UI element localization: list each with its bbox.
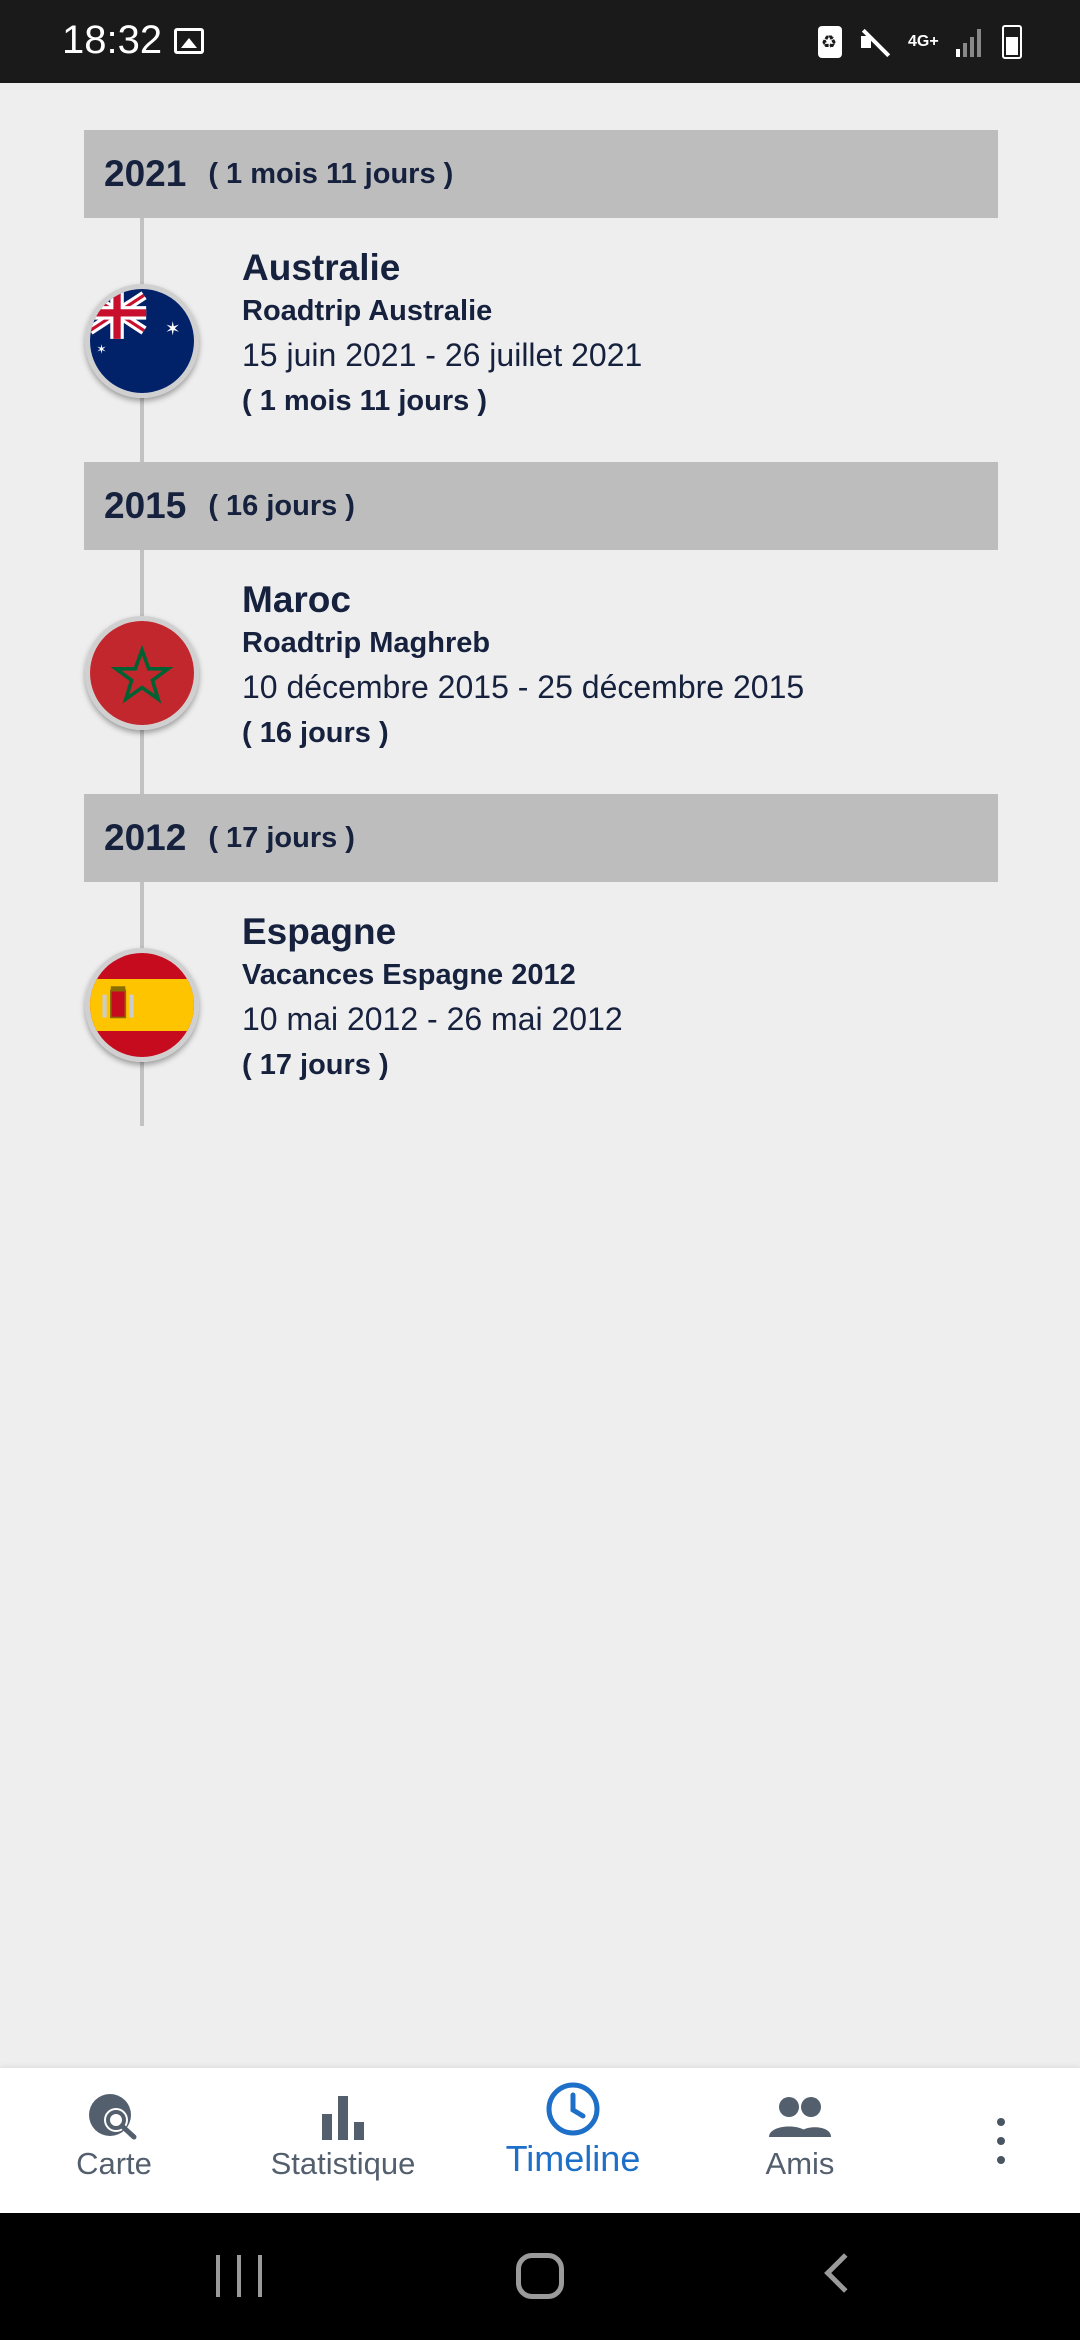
year-header-2015[interactable]: 2015 ( 16 jours ): [84, 462, 998, 550]
trip-dates: 10 mai 2012 - 26 mai 2012: [242, 1001, 623, 1037]
morocco-flag-icon: [85, 616, 199, 730]
trip-duration: ( 1 mois 11 jours ): [242, 385, 487, 417]
gallery-icon: [174, 28, 204, 54]
year-header-2021[interactable]: 2021 ( 1 mois 11 jours ): [84, 130, 998, 218]
network-4g-icon: 4G+: [908, 33, 939, 50]
system-navigation-bar: [0, 2213, 1080, 2340]
trip-duration: ( 17 jours ): [242, 1049, 389, 1081]
trip-details: Australie Roadtrip Australie 15 juin 202…: [242, 246, 642, 424]
trip-dates: 15 juin 2021 - 26 juillet 2021: [242, 337, 643, 373]
trip-details: Maroc Roadtrip Maghreb 10 décembre 2015 …: [242, 578, 804, 756]
nav-statistique[interactable]: Statistique: [250, 2068, 436, 2213]
status-bar: 18:32 4G+: [0, 0, 1080, 83]
nav-label: Carte: [76, 2146, 152, 2181]
clock-icon: [545, 2082, 601, 2136]
nav-amis[interactable]: Amis: [740, 2068, 860, 2213]
trip-details: Espagne Vacances Espagne 2012 10 mai 201…: [242, 910, 623, 1088]
trip-entry-australie[interactable]: ✶ ✶ Australie Roadtrip Australie 15 juin…: [84, 218, 998, 462]
signal-icon: [956, 27, 986, 57]
recent-apps-icon[interactable]: [216, 2255, 262, 2297]
country-name: Maroc: [242, 579, 351, 620]
battery-icon: [1002, 25, 1022, 59]
trip-name: Vacances Espagne 2012: [242, 959, 576, 991]
more-vertical-icon[interactable]: [986, 2118, 1016, 2164]
nav-label: Timeline: [505, 2138, 641, 2179]
trip-entry-maroc[interactable]: Maroc Roadtrip Maghreb 10 décembre 2015 …: [84, 550, 998, 794]
country-name: Espagne: [242, 911, 397, 952]
year-duration: ( 1 mois 11 jours ): [208, 157, 454, 190]
trip-name: Roadtrip Maghreb: [242, 627, 491, 659]
trip-entry-espagne[interactable]: Espagne Vacances Espagne 2012 10 mai 201…: [84, 882, 998, 1126]
battery-saver-icon: [818, 26, 842, 58]
vibrate-mute-icon: [858, 26, 892, 58]
svg-text:✶: ✶: [96, 341, 106, 356]
year-duration: ( 17 jours ): [208, 821, 355, 854]
bar-chart-icon: [318, 2092, 368, 2142]
spain-flag-icon: [85, 948, 199, 1062]
nav-carte[interactable]: Carte: [44, 2068, 184, 2213]
status-icons: 4G+: [818, 22, 1022, 62]
globe-search-icon: [86, 2092, 142, 2142]
svg-text:✶: ✶: [165, 319, 181, 340]
year-duration: ( 16 jours ): [208, 489, 355, 522]
trip-duration: ( 16 jours ): [242, 717, 389, 749]
back-icon[interactable]: [824, 2253, 864, 2293]
year-label: 2021: [104, 153, 187, 194]
nav-label: Statistique: [270, 2146, 416, 2181]
country-name: Australie: [242, 247, 401, 288]
bottom-navigation: Carte Statistique Timeline Amis: [0, 2068, 1080, 2213]
year-label: 2015: [104, 485, 187, 526]
year-header-2012[interactable]: 2012 ( 17 jours ): [84, 794, 998, 882]
australia-flag-icon: ✶ ✶: [85, 284, 199, 398]
trip-dates: 10 décembre 2015 - 25 décembre 2015: [242, 669, 805, 705]
status-time: 18:32: [62, 18, 163, 62]
year-label: 2012: [104, 817, 187, 858]
nav-label: Amis: [765, 2146, 835, 2181]
home-icon[interactable]: [516, 2253, 564, 2299]
timeline: 2021 ( 1 mois 11 jours ) ✶ ✶ Australie R…: [84, 130, 998, 1126]
people-icon: [767, 2092, 833, 2142]
trip-name: Roadtrip Australie: [242, 295, 493, 327]
nav-timeline[interactable]: Timeline: [480, 2068, 666, 2213]
